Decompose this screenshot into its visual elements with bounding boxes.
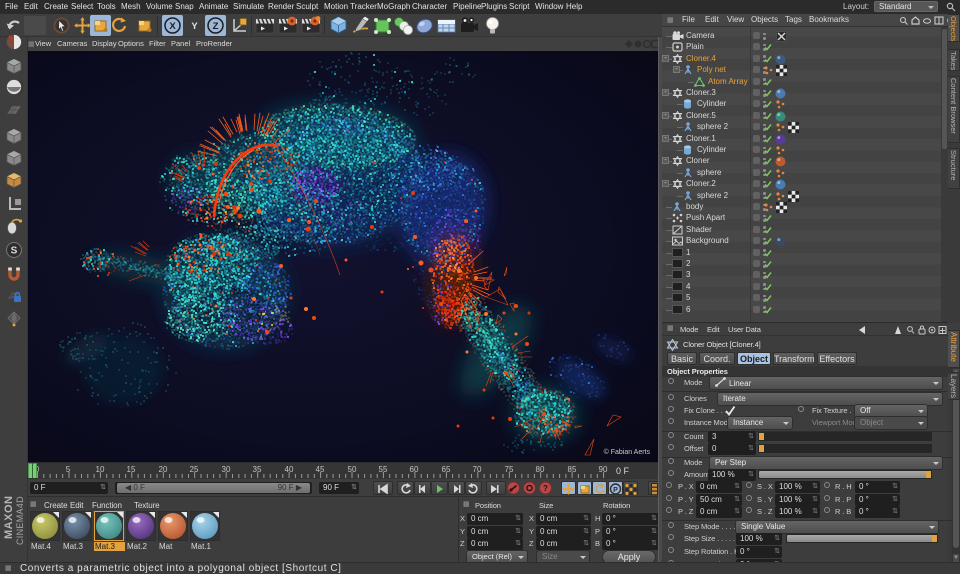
svg-text:X: X — [169, 21, 176, 32]
svg-text:S: S — [11, 246, 18, 257]
svg-text:© Fabian Aerts: © Fabian Aerts — [604, 448, 651, 456]
svg-text:?: ? — [543, 484, 548, 493]
svg-text:CINEMA4D: CINEMA4D — [15, 496, 25, 545]
svg-text:Y: Y — [191, 21, 198, 32]
svg-text:Z: Z — [213, 21, 219, 32]
svg-text:P: P — [613, 487, 618, 494]
svg-text:MAXON: MAXON — [3, 496, 15, 539]
